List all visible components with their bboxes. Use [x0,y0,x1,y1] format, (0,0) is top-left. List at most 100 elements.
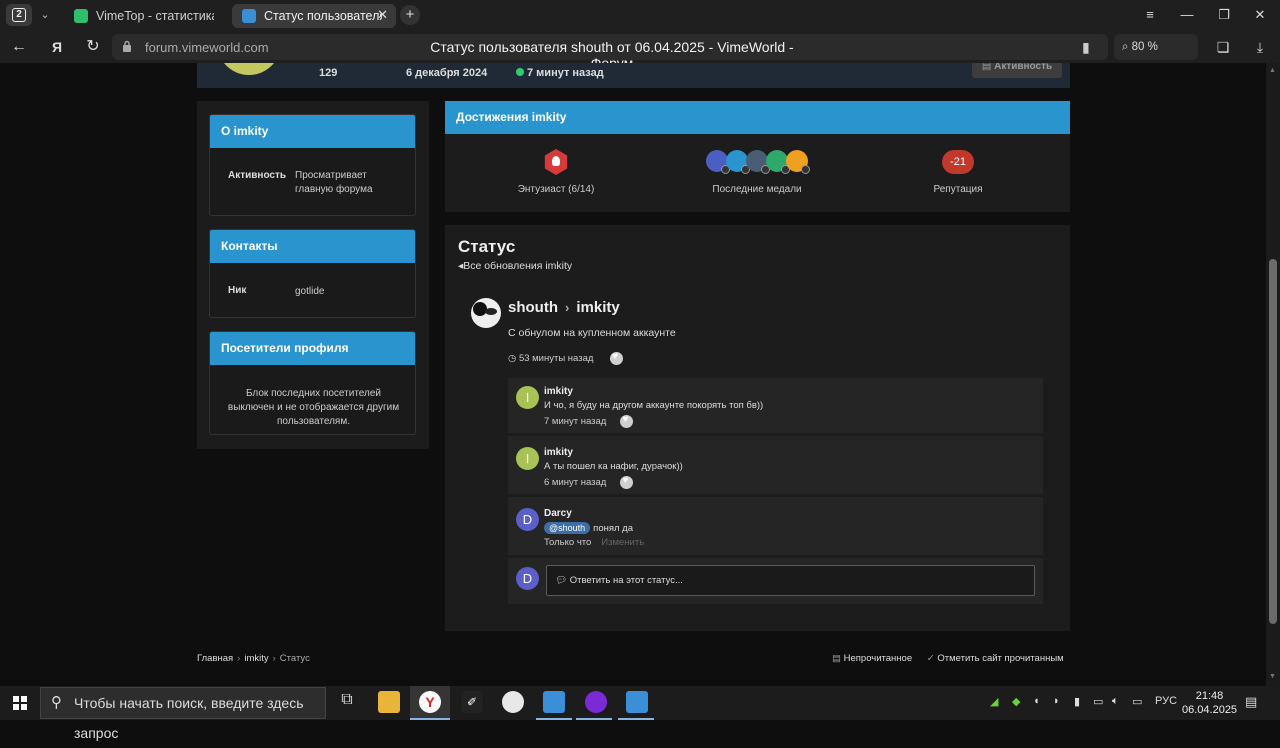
tab-label: Статус пользователя sho [264,9,382,23]
reputation-label: Репутация [933,184,983,195]
author-avatar[interactable] [471,298,501,328]
tab-vimetop[interactable]: VimeTop - статистика игр [64,4,228,28]
rank-badge-icon[interactable] [544,149,568,175]
taskbar: ⚲ Чтобы начать поиск, введите здесь запр… [0,686,1280,741]
url-field[interactable]: forum.vimeworld.com Статус пользователя … [112,34,1108,71]
tab-forum-status[interactable]: Статус пользователя sho ✕ [232,4,396,28]
contacts-value: gotlide [295,286,325,297]
close-tab-icon[interactable]: ✕ [377,7,388,23]
about-key: Активность [228,170,287,181]
medal-clock-icon[interactable] [746,150,770,174]
scroll-down-icon[interactable]: ▼ [1269,673,1276,680]
comment-avatar[interactable]: I [516,386,539,409]
mark-read-link[interactable]: ✓ Отметить сайт прочитанным [927,653,1064,664]
comment-meta: 7 минут назад [544,414,634,428]
collections-icon[interactable]: ❏ [1212,37,1234,57]
comment-author[interactable]: imkity [544,447,573,458]
page-scrollbar[interactable]: ▲ ▼ [1266,63,1280,686]
like-icon[interactable] [620,414,634,428]
tray-app-icon[interactable]: ◆ [1012,695,1020,708]
target-link[interactable]: imkity [576,299,619,316]
language-indicator[interactable]: РУС [1155,695,1177,707]
breadcrumb-user[interactable]: imkity [244,653,268,664]
comment-avatar[interactable]: D [516,508,539,531]
volume-icon[interactable]: 🔈︎ [1112,695,1119,708]
chevron-right-icon: › [565,300,570,315]
downloads-icon[interactable]: ⤓ [1249,37,1271,57]
profile-avatar [217,63,281,75]
medals-label: Последние медали [712,184,802,195]
unread-link[interactable]: ▤ Непрочитанное [832,653,912,664]
reload-icon[interactable]: ↻ [82,37,104,57]
search-placeholder: Чтобы начать поиск, введите здесь запрос [74,695,304,741]
comment-time[interactable]: 7 минут назад [544,416,606,427]
about-title: О imkity [210,115,415,148]
windows-start-icon[interactable] [13,696,27,710]
taskbar-search[interactable]: ⚲ Чтобы начать поиск, введите здесь запр… [40,687,326,741]
activity-button[interactable]: ▤ Активность [972,63,1062,78]
all-updates-link[interactable]: ◂Все обновления imkity [458,260,572,272]
status-time[interactable]: 53 минуты назад [519,353,593,364]
status-text: С обнулом на купленном аккаунте [508,327,676,339]
tab-count-button[interactable]: 2 [6,4,32,26]
chevron-down-icon[interactable]: ⌄ [36,6,54,24]
like-icon[interactable] [620,475,634,489]
usb-icon[interactable]: ▮ [1074,695,1080,708]
purple-app-icon[interactable] [585,691,607,713]
network-icon[interactable]: ▭ [1132,695,1142,708]
comment-author[interactable]: Darcy [544,508,572,519]
menu-icon[interactable]: ≡ [1140,5,1160,25]
mouse-tray-icon[interactable]: ◗ [1053,695,1060,707]
like-icon[interactable] [610,351,624,365]
tab-count: 2 [12,8,26,22]
footer-actions: ▤ Непрочитанное ✓ Отметить сайт прочитан… [832,653,1064,664]
medal-clock-icon[interactable] [706,150,730,174]
comment-time[interactable]: 6 минут назад [544,477,606,488]
nvidia-icon[interactable]: ◢ [990,695,998,708]
achievements-title: Достижения imkity [445,101,1070,134]
online-status-icon [516,68,524,76]
comment-time[interactable]: Только что [544,537,591,548]
contacts-title: Контакты [210,230,415,263]
file-explorer-icon[interactable] [378,691,400,713]
lock-icon [123,40,131,52]
scrollbar-thumb[interactable] [1269,259,1277,624]
vimeworld-launcher-icon[interactable] [626,691,648,713]
comment-author[interactable]: imkity [544,386,573,397]
medal-like-icon[interactable] [786,150,810,174]
author-link[interactable]: shouth [508,299,558,316]
breadcrumb-home[interactable]: Главная [197,653,233,664]
clock[interactable]: 21:48 06.04.2025 [1182,689,1237,717]
vimetop-favicon-icon [74,9,88,23]
task-view-icon[interactable]: ⧉ [336,691,358,713]
new-tab-button[interactable]: + [400,5,420,25]
contacts-key: Ник [228,285,247,296]
status-authors: shouth › imkity [508,299,620,316]
medal-arrow-icon[interactable] [766,150,790,174]
comment-meta: Только что Изменить [544,537,644,548]
reputation-badge: -21 [942,150,974,174]
comment-icon: 💬︎ [555,575,568,586]
back-arrow-icon[interactable]: ← [8,37,30,57]
close-window-icon[interactable]: ✕ [1250,5,1270,25]
zoom-indicator[interactable]: ⌕ 80 % [1114,34,1198,60]
comment-avatar[interactable]: I [516,447,539,470]
yandex-logo-icon[interactable]: Я [46,37,68,57]
mouse-app-icon[interactable] [502,691,524,713]
edit-link[interactable]: Изменить [601,537,644,548]
yandex-browser-icon[interactable]: Y [419,691,441,713]
bookmark-icon[interactable]: ▮ [1082,39,1090,56]
app-shortcut-icon[interactable]: ✐ [461,691,483,713]
address-bar: ← Я ↻ forum.vimeworld.com Статус пользов… [0,31,1280,71]
profile-header: 129 6 декабря 2024 7 минут назад ▤ Актив… [197,63,1070,88]
vimeworld-app-icon[interactable] [543,691,565,713]
battery-icon[interactable]: ▭ [1093,695,1103,708]
mouse-tray-icon[interactable]: ◖ [1033,695,1040,707]
mention-badge[interactable]: @shouth [544,522,591,534]
notifications-icon[interactable]: ▤ [1245,694,1257,710]
restore-icon[interactable]: ❐ [1214,5,1234,25]
scroll-up-icon[interactable]: ▲ [1269,67,1276,74]
minimize-icon[interactable]: — [1177,5,1197,25]
reply-input[interactable]: 💬︎ Ответить на этот статус... [546,565,1035,596]
medal-chat-icon[interactable] [726,150,750,174]
